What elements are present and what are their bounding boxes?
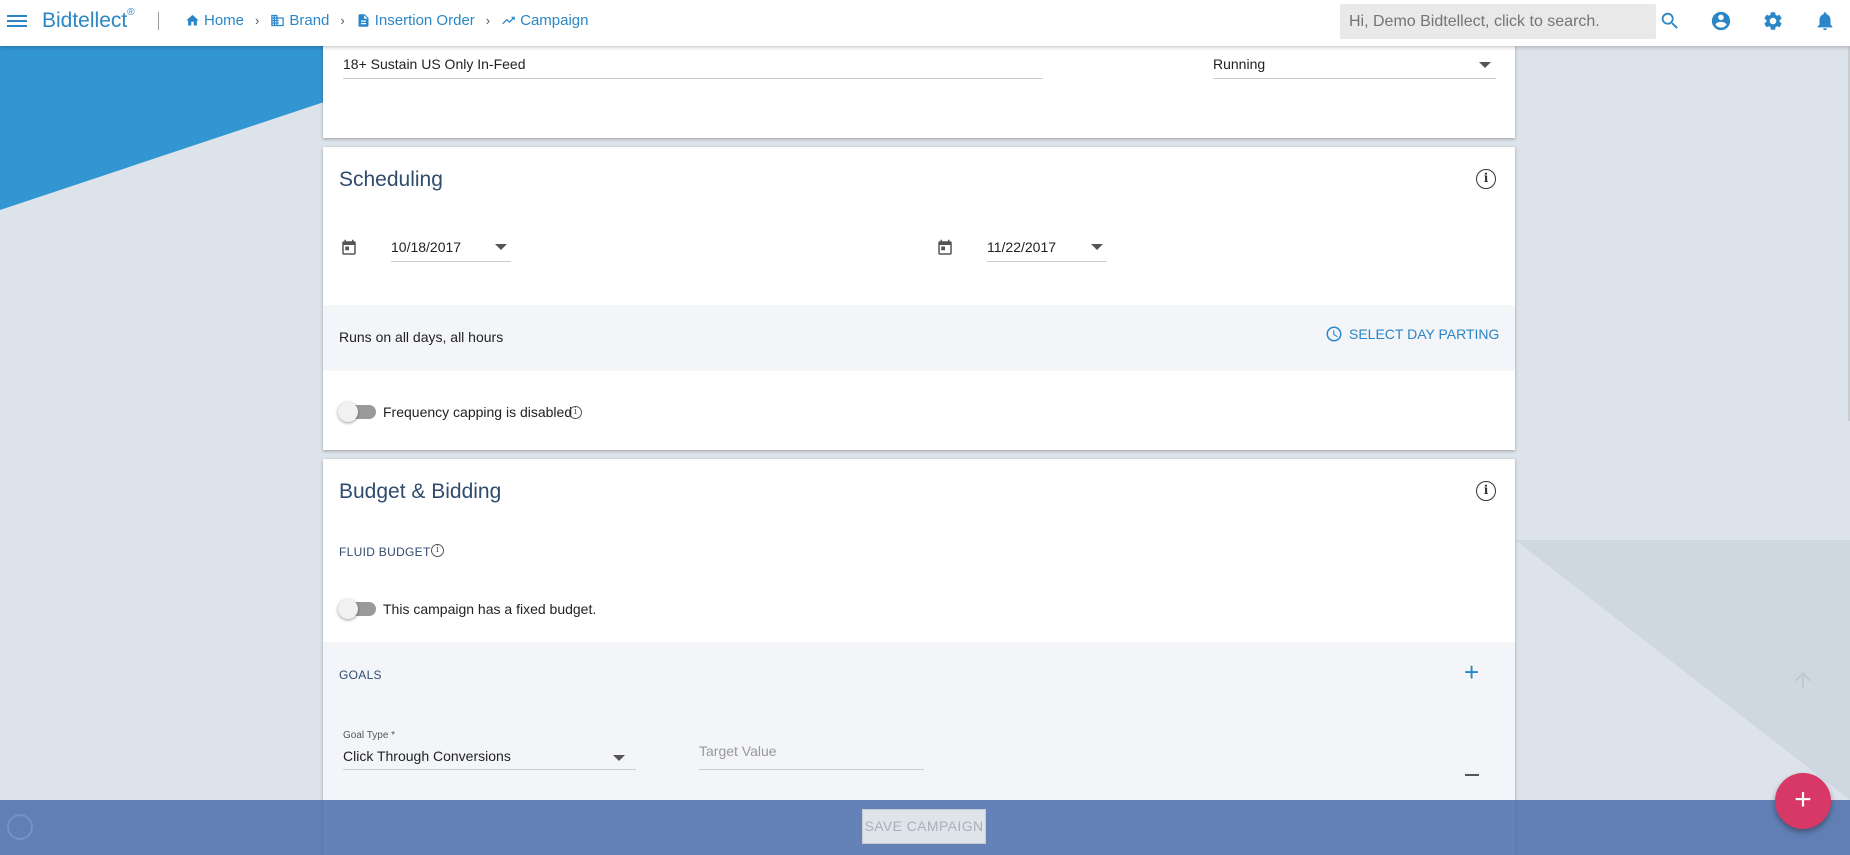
- end-date-input[interactable]: 11/22/2017: [987, 239, 1056, 255]
- fluid-budget-label: FLUID BUDGET: [339, 545, 431, 559]
- chevron-right-icon: ›: [255, 12, 260, 28]
- underline: [699, 769, 924, 770]
- section-title: Budget & Bidding: [339, 480, 502, 503]
- start-date-input[interactable]: 10/18/2017: [391, 239, 461, 255]
- chevron-down-icon[interactable]: [495, 244, 507, 250]
- goals-label: GOALS: [339, 668, 382, 682]
- section-title: Scheduling: [339, 168, 443, 191]
- search-icon[interactable]: [1659, 10, 1681, 32]
- remove-goal-button[interactable]: [1465, 774, 1479, 776]
- fixed-budget-toggle[interactable]: [338, 599, 376, 619]
- target-value-input[interactable]: Target Value: [699, 743, 777, 759]
- account-icon[interactable]: [1710, 10, 1732, 32]
- chevron-right-icon: ›: [340, 12, 345, 28]
- divider: [158, 12, 159, 30]
- info-icon[interactable]: i: [431, 544, 444, 557]
- scroll-to-top-icon[interactable]: [1791, 668, 1815, 692]
- breadcrumb-campaign[interactable]: Campaign: [501, 12, 589, 29]
- underline: [1213, 78, 1496, 79]
- select-day-parting-button[interactable]: SELECT DAY PARTING: [1325, 325, 1499, 343]
- chevron-down-icon[interactable]: [1479, 62, 1491, 68]
- add-fab-button[interactable]: +: [1775, 773, 1831, 829]
- search-box[interactable]: [1340, 4, 1656, 39]
- campaign-status-select[interactable]: Running: [1213, 56, 1265, 72]
- hamburger-menu-icon[interactable]: [7, 12, 27, 32]
- trend-icon: [502, 16, 515, 24]
- frequency-capping-label: Frequency capping is disabled: [383, 404, 573, 420]
- bell-icon[interactable]: [1814, 10, 1836, 32]
- circle-icon: [7, 814, 33, 840]
- underline: [391, 261, 511, 262]
- top-bar: Bidtellect® Home › Brand › Insertion Ord…: [0, 0, 1850, 46]
- building-icon: [271, 14, 285, 26]
- goal-type-label: Goal Type *: [343, 730, 396, 741]
- calendar-icon[interactable]: [340, 239, 358, 257]
- chevron-right-icon: ›: [485, 12, 491, 28]
- info-icon[interactable]: i: [569, 406, 582, 419]
- underline: [343, 769, 636, 770]
- clock-icon: [1326, 326, 1342, 342]
- breadcrumb-home[interactable]: Home: [185, 12, 244, 29]
- search-input[interactable]: [1349, 13, 1647, 31]
- document-icon: [358, 13, 369, 27]
- brand-logo[interactable]: Bidtellect®: [42, 7, 135, 33]
- breadcrumb-brand[interactable]: Brand: [270, 12, 329, 29]
- breadcrumb-insertion-order[interactable]: Insertion Order: [356, 12, 475, 29]
- save-campaign-button[interactable]: SAVE CAMPAIGN: [862, 809, 986, 844]
- campaign-name-input[interactable]: 18+ Sustain US Only In-Feed: [343, 56, 526, 72]
- scheduling-card: Scheduling i 10/18/2017 11/22/2017 Runs …: [323, 147, 1515, 450]
- calendar-icon[interactable]: [936, 239, 954, 257]
- goal-type-select[interactable]: Click Through Conversions: [343, 748, 511, 764]
- underline: [987, 261, 1107, 262]
- budget-bidding-card: Budget & Bidding i FLUID BUDGET i This c…: [323, 459, 1515, 855]
- breadcrumb: Home › Brand › Insertion Order › Campaig…: [185, 0, 589, 40]
- fixed-budget-label: This campaign has a fixed budget.: [383, 601, 597, 617]
- frequency-capping-toggle[interactable]: [338, 402, 376, 422]
- info-icon[interactable]: i: [1476, 169, 1496, 189]
- chevron-down-icon[interactable]: [1091, 244, 1103, 250]
- home-icon: [186, 14, 199, 25]
- campaign-details-card: 18+ Sustain US Only In-Feed Running: [323, 40, 1515, 138]
- underline: [343, 78, 1043, 79]
- chevron-down-icon[interactable]: [613, 755, 625, 761]
- runs-text: Runs on all days, all hours: [339, 329, 504, 345]
- day-parting-row: Runs on all days, all hours SELECT DAY P…: [323, 305, 1515, 371]
- add-goal-button[interactable]: +: [1464, 659, 1479, 685]
- info-icon[interactable]: i: [1476, 481, 1496, 501]
- gear-icon[interactable]: [1762, 10, 1784, 32]
